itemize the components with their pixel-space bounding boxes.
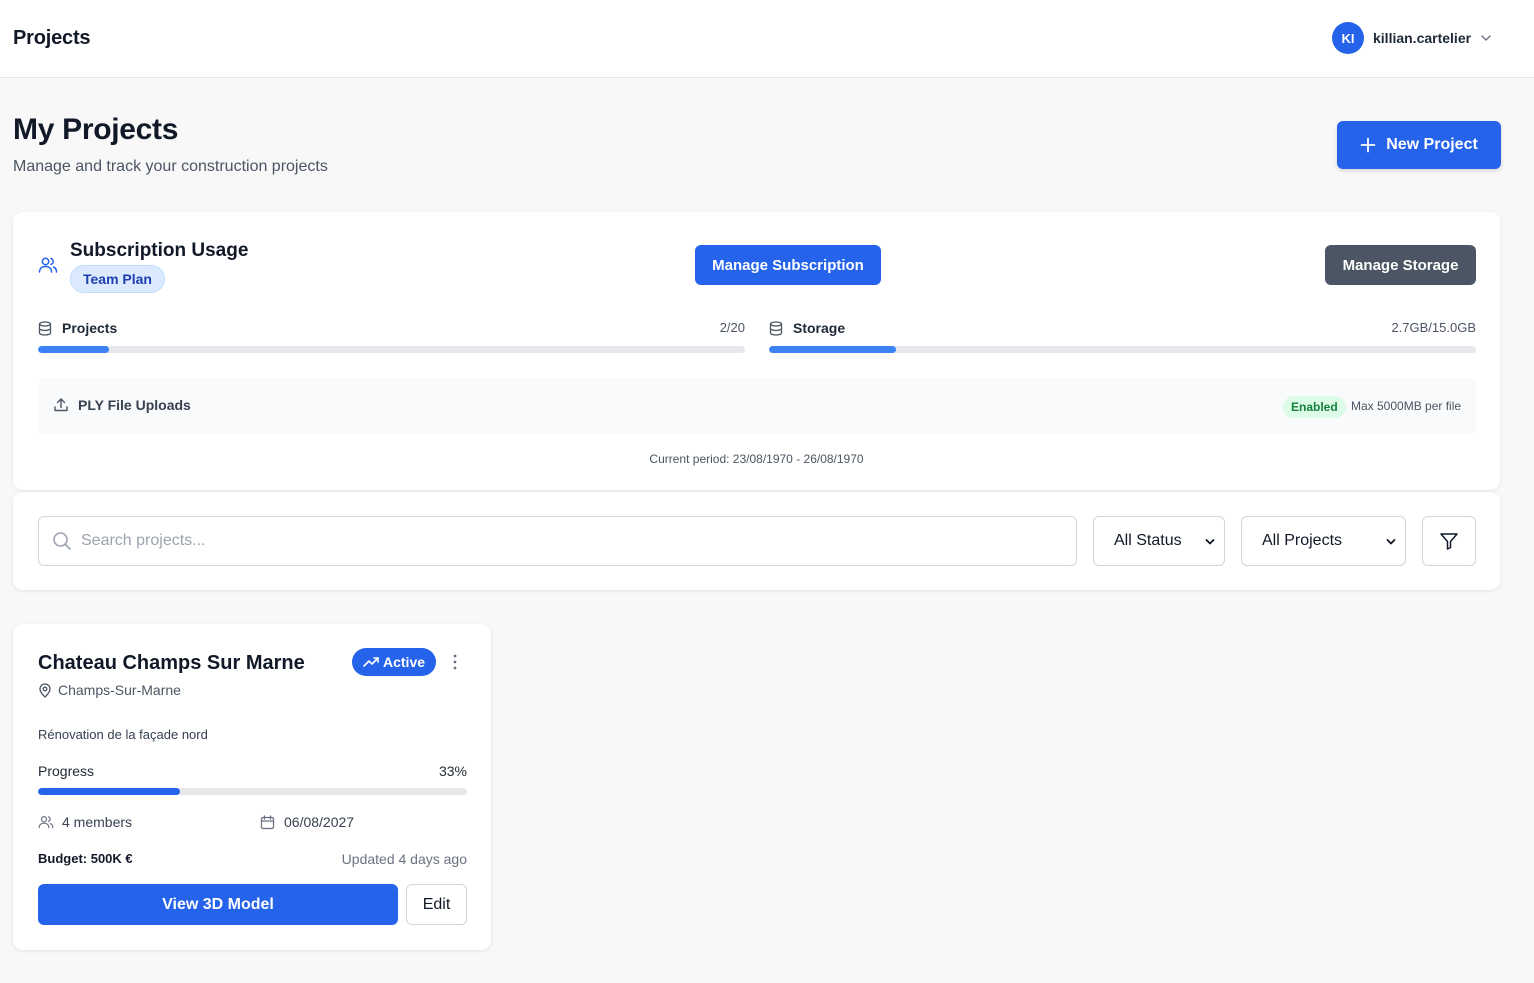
status-badge[interactable]: Active bbox=[352, 648, 437, 676]
manage-storage-button[interactable]: Manage Storage bbox=[1325, 245, 1476, 285]
progress-fill bbox=[38, 788, 180, 795]
progress-label: Progress bbox=[38, 763, 95, 779]
calendar-icon bbox=[260, 814, 275, 829]
storage-meter-fill bbox=[769, 346, 897, 353]
status-badge: Enabled bbox=[1283, 396, 1346, 418]
users-icon bbox=[38, 257, 58, 273]
project-name: Chateau Champs Sur Marne bbox=[38, 652, 305, 674]
new-project-label: New Project bbox=[1386, 136, 1478, 153]
ply-uploads-row: PLY File Uploads Enabled Max 5000MB per … bbox=[38, 378, 1476, 434]
billing-period: Current period: 23/08/1970 - 26/08/1970 bbox=[649, 452, 864, 466]
trending-up-icon bbox=[363, 657, 379, 667]
chevron-down-icon bbox=[1481, 35, 1491, 41]
search-input[interactable] bbox=[81, 532, 1041, 550]
users-icon bbox=[38, 816, 54, 829]
location-text: Champs-Sur-Marne bbox=[58, 682, 181, 698]
members-count: 4 members bbox=[62, 814, 133, 830]
username: killian.cartelier bbox=[1373, 30, 1472, 46]
subscription-card: Subscription Usage Team Plan Manage Subs… bbox=[13, 212, 1500, 490]
manage-subscription-button[interactable]: Manage Subscription bbox=[695, 245, 881, 285]
progress-value: 33% bbox=[438, 763, 467, 779]
app-title: Projects bbox=[13, 27, 91, 49]
status-select[interactable]: All Status bbox=[1093, 516, 1225, 566]
search-box[interactable] bbox=[38, 516, 1077, 566]
filter-icon bbox=[1440, 533, 1458, 550]
plan-badge: Team Plan bbox=[70, 265, 165, 293]
page-subtitle: Manage and track your construction proje… bbox=[13, 158, 328, 175]
project-card: Chateau Champs Sur Marne Active Champs-S… bbox=[13, 624, 491, 950]
projects-meter-track bbox=[38, 346, 745, 353]
avatar: KI bbox=[1332, 22, 1364, 54]
filter-bar: All Status All Projects bbox=[13, 492, 1500, 590]
subscription-title: Subscription Usage bbox=[70, 240, 249, 261]
project-due-date: 06/08/2027 bbox=[260, 814, 354, 830]
project-location: Champs-Sur-Marne bbox=[38, 682, 181, 698]
projects-meter: Projects 2/20 bbox=[38, 319, 745, 353]
storage-meter-track bbox=[769, 346, 1476, 353]
view-3d-model-button[interactable]: View 3D Model bbox=[38, 884, 398, 925]
page-title: My Projects bbox=[13, 113, 179, 146]
project-updated: Updated 4 days ago bbox=[341, 851, 467, 867]
ply-uploads-label: PLY File Uploads bbox=[78, 397, 191, 413]
chevron-down-icon bbox=[1205, 539, 1215, 545]
due-date-text: 06/08/2027 bbox=[284, 814, 355, 830]
storage-meter-label: Storage bbox=[793, 320, 846, 336]
database-icon bbox=[38, 320, 52, 336]
status-select-value: All Status bbox=[1114, 532, 1182, 549]
project-description: Rénovation de la façade nord bbox=[38, 727, 208, 742]
projects-meter-value: 2/20 bbox=[719, 320, 745, 335]
upload-icon bbox=[54, 398, 68, 412]
edit-button[interactable]: Edit bbox=[406, 884, 467, 925]
projects-meter-fill bbox=[38, 346, 109, 353]
projects-meter-label: Projects bbox=[62, 320, 118, 336]
top-bar: Projects KI killian.cartelier bbox=[0, 0, 1534, 78]
storage-meter: Storage 2.7GB/15.0GB bbox=[769, 319, 1476, 353]
storage-meter-value: 2.7GB/15.0GB bbox=[1391, 320, 1476, 335]
filter-button[interactable] bbox=[1422, 516, 1476, 566]
database-icon bbox=[769, 320, 783, 336]
more-options-icon[interactable] bbox=[449, 653, 461, 671]
user-menu[interactable]: KI killian.cartelier bbox=[1332, 22, 1492, 54]
max-file-size: Max 5000MB per file bbox=[1351, 399, 1462, 413]
project-budget: Budget: 500K € bbox=[38, 851, 133, 866]
status-label: Active bbox=[383, 654, 426, 670]
map-pin-icon bbox=[39, 682, 51, 698]
progress-track bbox=[38, 788, 467, 795]
chevron-down-icon bbox=[1386, 539, 1396, 545]
project-members: 4 members bbox=[38, 814, 132, 830]
search-icon bbox=[53, 532, 71, 550]
plus-icon bbox=[1360, 137, 1376, 153]
projects-select[interactable]: All Projects bbox=[1241, 516, 1406, 566]
new-project-button[interactable]: New Project bbox=[1337, 121, 1501, 169]
projects-select-value: All Projects bbox=[1262, 532, 1343, 549]
